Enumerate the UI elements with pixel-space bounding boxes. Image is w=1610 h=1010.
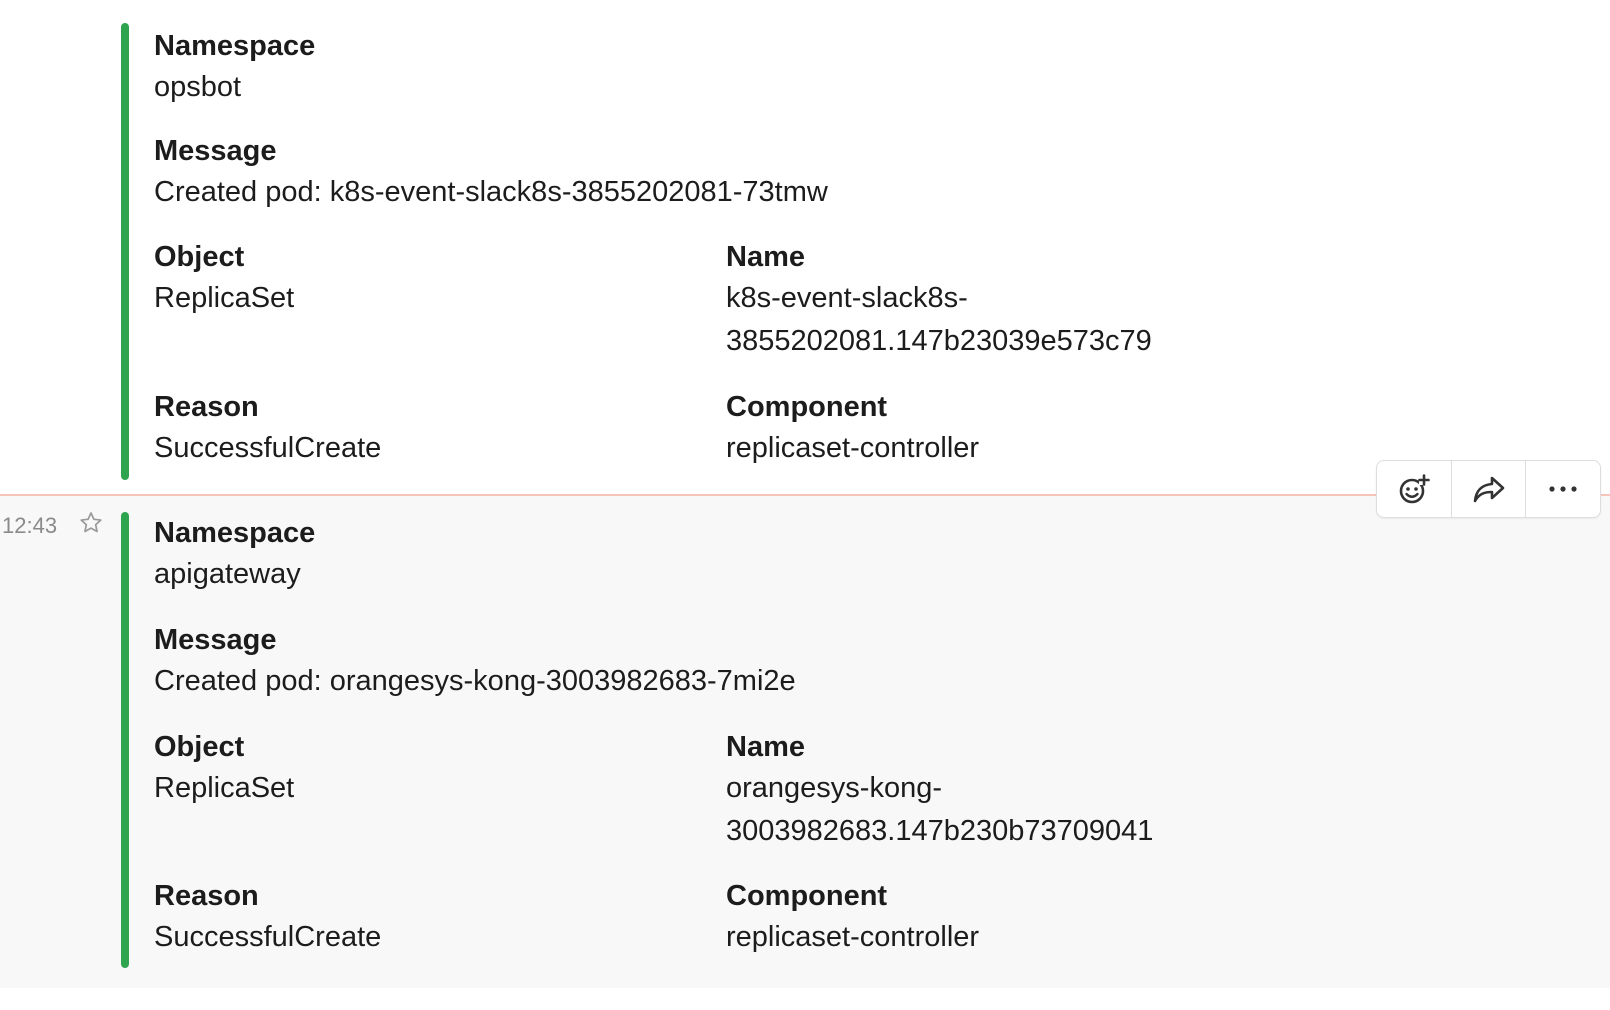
field-title: Name — [726, 731, 805, 763]
field-value: Created pod: k8s-event-slack8s-385520208… — [154, 176, 828, 208]
share-icon — [1473, 476, 1504, 503]
field-namespace: Namespace apigateway — [154, 516, 315, 596]
field-title: Message — [154, 624, 277, 656]
share-message-button[interactable] — [1452, 461, 1527, 517]
field-title: Reason — [154, 391, 259, 423]
field-title: Object — [154, 731, 245, 763]
field-object: Object ReplicaSet — [154, 730, 294, 810]
field-value-line: 3003982683.147b230b73709041 — [726, 815, 1154, 847]
field-value: replicaset-controller — [726, 432, 980, 464]
star-icon[interactable] — [78, 510, 104, 536]
add-reaction-icon — [1399, 474, 1430, 504]
field-namespace: Namespace opsbot — [154, 29, 315, 109]
field-title: Reason — [154, 880, 259, 912]
field-value-line: k8s-event-slack8s- — [726, 282, 968, 314]
field-value: Created pod: orangesys-kong-3003982683-7… — [154, 665, 796, 697]
message-feed: Namespace opsbot Message Created pod: k8… — [0, 0, 1610, 1010]
field-title: Component — [726, 880, 888, 912]
add-reaction-button[interactable] — [1377, 461, 1452, 517]
field-title: Name — [726, 241, 805, 273]
field-title: Object — [154, 241, 245, 273]
field-name: Name k8s-event-slack8s- 3855202081.147b2… — [726, 240, 1152, 363]
field-value: ReplicaSet — [154, 772, 295, 804]
field-value-line: orangesys-kong- — [726, 772, 942, 804]
more-actions-icon — [1549, 486, 1577, 492]
field-title: Component — [726, 391, 888, 423]
field-message: Message Created pod: orangesys-kong-3003… — [154, 623, 796, 703]
field-value: SuccessfulCreate — [154, 432, 382, 464]
field-value: SuccessfulCreate — [154, 921, 382, 953]
field-title: Message — [154, 135, 277, 167]
field-component: Component replicaset-controller — [726, 879, 979, 959]
attachment-color-bar — [121, 512, 129, 968]
field-message: Message Created pod: k8s-event-slack8s-3… — [154, 134, 828, 214]
field-reason: Reason SuccessfulCreate — [154, 879, 381, 959]
field-component: Component replicaset-controller — [726, 390, 979, 470]
message[interactable]: Namespace opsbot Message Created pod: k8… — [0, 0, 1610, 494]
field-value-line: 3855202081.147b23039e573c79 — [726, 325, 1152, 357]
field-reason: Reason SuccessfulCreate — [154, 390, 381, 470]
field-object: Object ReplicaSet — [154, 240, 294, 320]
message-timestamp[interactable]: 12:43 — [2, 512, 57, 540]
more-actions-button[interactable] — [1526, 461, 1600, 517]
field-value: ReplicaSet — [154, 282, 295, 314]
attachment-color-bar — [121, 23, 129, 480]
field-value: apigateway — [154, 558, 301, 590]
field-value: opsbot — [154, 71, 242, 103]
field-value: replicaset-controller — [726, 921, 980, 953]
field-name: Name orangesys-kong- 3003982683.147b230b… — [726, 730, 1153, 853]
field-title: Namespace — [154, 30, 316, 62]
message-actions-toolbar — [1376, 460, 1601, 518]
message[interactable]: 12:43 Namespace apigateway Message Creat… — [0, 496, 1610, 988]
field-title: Namespace — [154, 517, 316, 549]
